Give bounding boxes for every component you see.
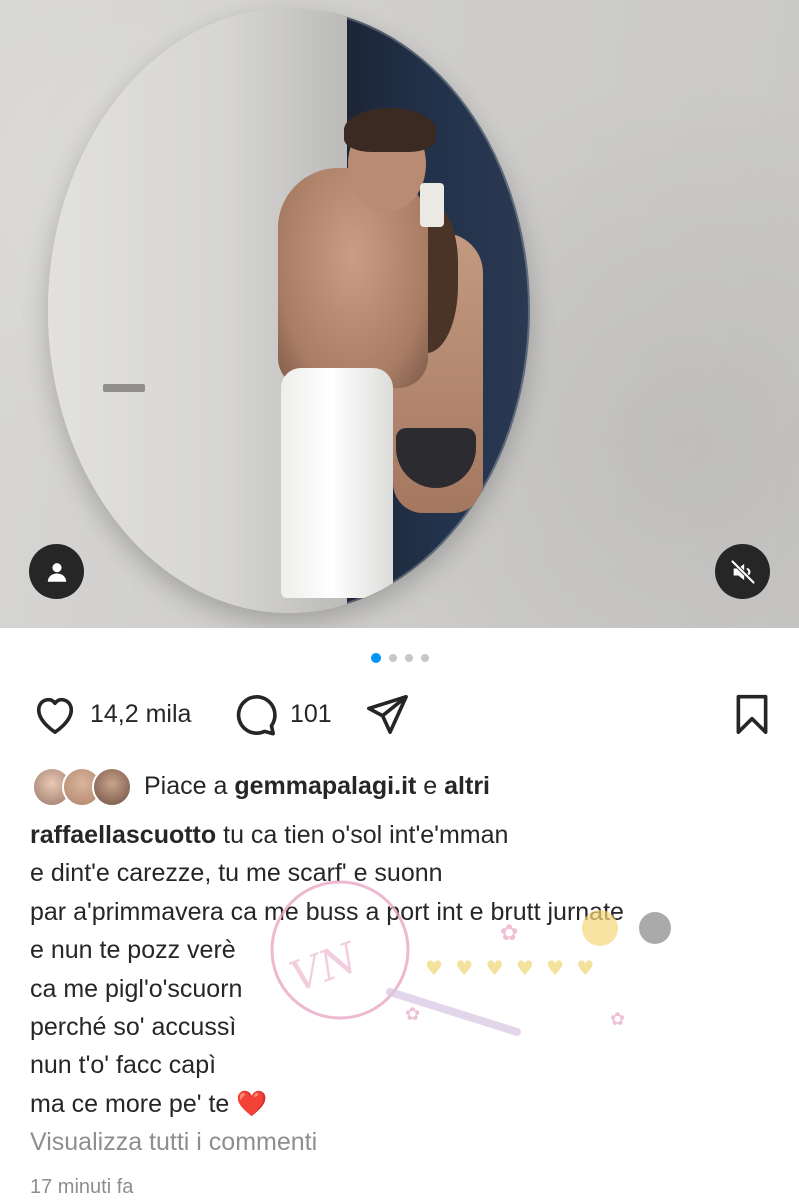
like-count[interactable]: 14,2 mila xyxy=(90,700,191,729)
post-timestamp: 17 minuti fa xyxy=(30,1176,134,1198)
post-image[interactable] xyxy=(0,0,799,628)
heart-outline-icon xyxy=(36,697,74,734)
liked-by-prefix: Piace a xyxy=(144,771,228,800)
mirror-photo xyxy=(48,8,530,613)
carousel-dot xyxy=(388,654,397,662)
liked-by-connector: e xyxy=(423,771,438,800)
liked-by-text: Piace a gemmapalagi.it e altri xyxy=(144,772,490,801)
liked-by-username[interactable]: gemmapalagi.it xyxy=(234,772,416,800)
carousel-dot xyxy=(420,654,429,662)
person-hair xyxy=(344,108,436,152)
save-button[interactable] xyxy=(732,692,772,736)
caption-line: par a'primmavera ca me buss a port int e… xyxy=(30,897,624,926)
mute-button[interactable] xyxy=(715,544,770,599)
comment-count[interactable]: 101 xyxy=(290,700,332,729)
carousel-indicator xyxy=(0,653,799,663)
red-heart-emoji: ❤️ xyxy=(236,1089,268,1118)
tagged-users-button[interactable] xyxy=(29,544,84,599)
phone-in-photo xyxy=(420,183,444,227)
bookmark-icon xyxy=(736,694,768,734)
share-button[interactable] xyxy=(364,692,410,736)
caption-line: raffaellascuotto tu ca tien o'sol int'e'… xyxy=(30,816,770,854)
view-all-comments-link[interactable]: Visualizza tutti i commenti xyxy=(30,1128,317,1157)
liked-by-others-link[interactable]: altri xyxy=(444,772,490,800)
carousel-dot xyxy=(404,654,413,662)
avatar xyxy=(92,767,132,807)
caption-line: nun t'o' facc capì xyxy=(30,1051,217,1080)
like-button[interactable]: 14,2 mila xyxy=(32,692,191,736)
carousel-dot-active xyxy=(370,653,381,663)
paper-plane-icon xyxy=(367,694,408,734)
caption-line: ca me pigl'o'scuorn xyxy=(30,974,243,1003)
caption-text: ma ce more pe' te xyxy=(30,1089,230,1118)
action-bar: 14,2 mila 101 xyxy=(32,692,772,740)
speech-bubble-icon xyxy=(236,695,277,736)
towel xyxy=(281,368,393,598)
caption-text: tu ca tien o'sol int'e'mman xyxy=(223,821,509,849)
person-icon xyxy=(47,562,66,582)
door-handle xyxy=(103,384,145,392)
liked-by-row[interactable]: Piace a gemmapalagi.it e altri xyxy=(32,764,490,808)
caption-line: ma ce more pe' te ❤️ xyxy=(30,1085,770,1123)
caption-username[interactable]: raffaellascuotto xyxy=(30,821,216,849)
liker-avatars xyxy=(32,767,132,807)
caption-line: e dint'e carezze, tu me scarf' e suonn xyxy=(30,859,443,888)
speaker-muted-icon xyxy=(730,559,755,584)
caption-line: e nun te pozz verè xyxy=(30,936,236,965)
post-caption: raffaellascuotto tu ca tien o'sol int'e'… xyxy=(30,816,770,1123)
comment-button[interactable]: 101 xyxy=(232,692,332,736)
caption-line: perché so' accussì xyxy=(30,1013,237,1042)
